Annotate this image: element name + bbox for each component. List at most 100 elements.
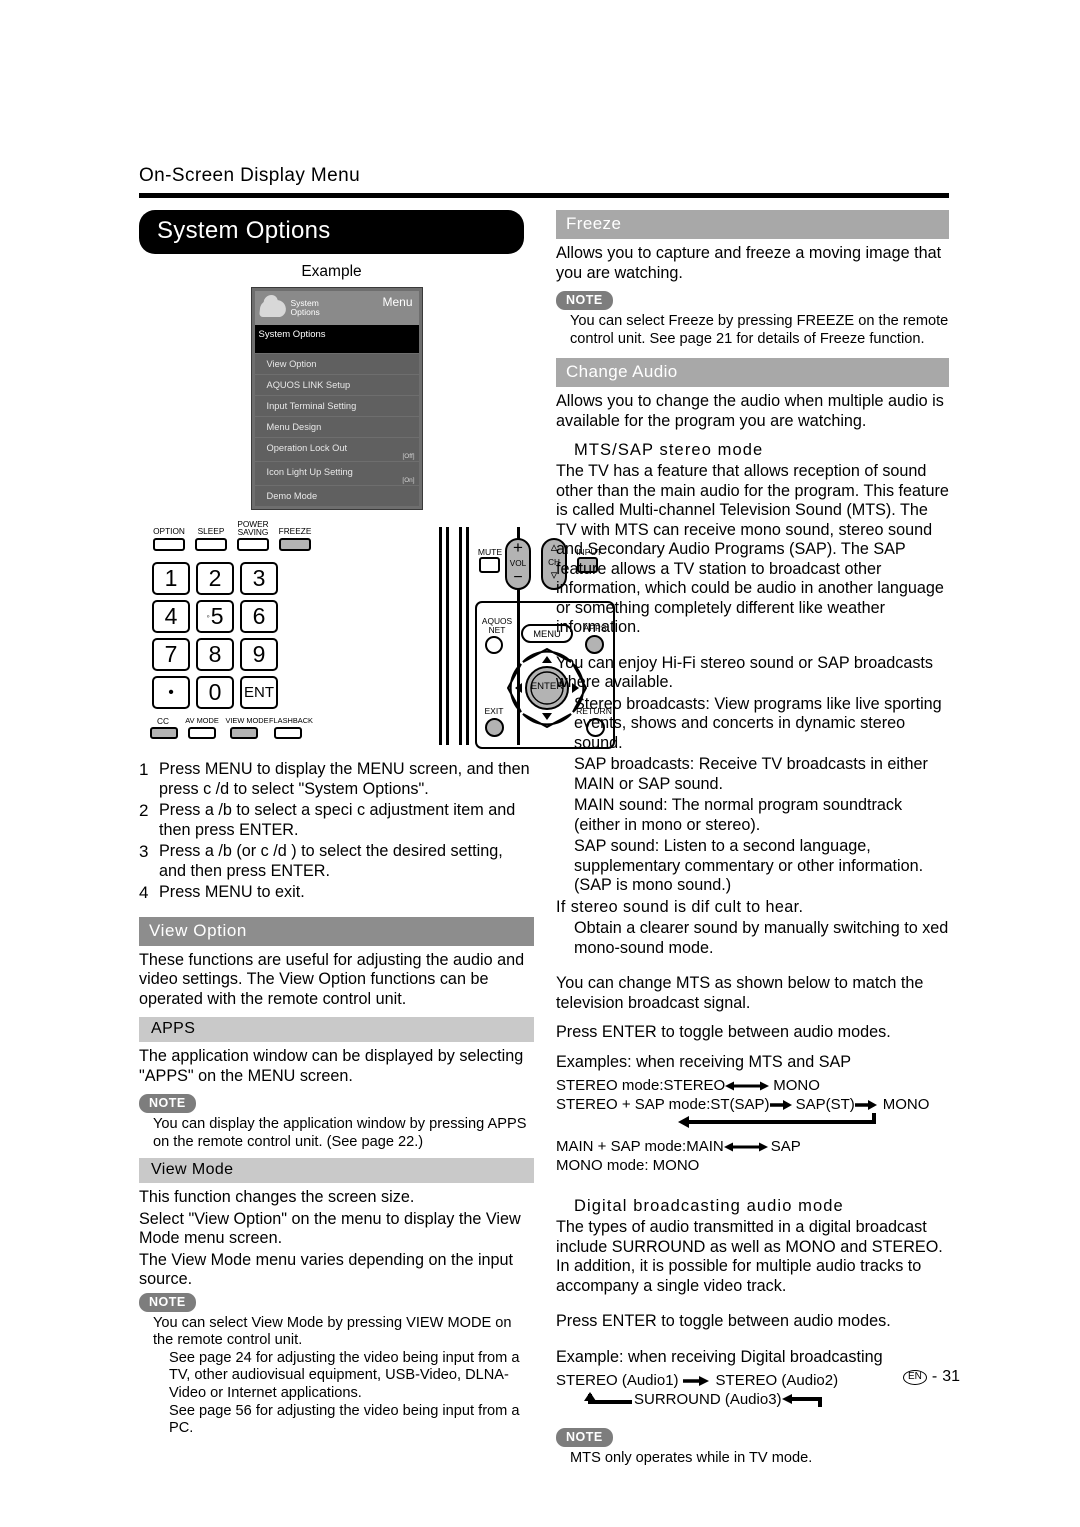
key-8[interactable]: 8 [196,638,234,671]
note-badge: NOTE [139,1292,196,1312]
step-text: Press MENU to exit. [159,883,305,901]
key-5[interactable]: ◦ 5 [196,600,234,633]
osd-row[interactable]: Input Terminal Setting [254,395,419,416]
sleep-button[interactable] [195,538,227,551]
mts-mode-diagram: STEREO mode:STEREO MONO STEREO + SAP mode… [556,1076,949,1175]
remote-edge-rail [466,527,469,745]
digital-c: SURROUND (Audio3) [634,1391,782,1409]
digital-diagram-row-2: SURROUND (Audio3) [556,1390,949,1412]
option-button[interactable] [153,538,185,551]
step-item: 3 Press a /b (or c /d ) to select the de… [139,842,534,881]
osd-icon-label-line2: Options [290,307,320,317]
press-enter-line-analog: Press ENTER to toggle between audio mode… [556,1023,891,1042]
aquos-label-line2: NET [488,625,506,635]
digital-body: The types of audio transmitted in a digi… [556,1218,943,1295]
loopback-arrow-icon [678,1113,876,1129]
examples-caption: Examples: when receiving MTS and SAP [556,1052,852,1071]
view-mode-body-1: This function changes the screen size. [139,1188,415,1207]
step-text: Press a /b (or c /d ) to select the desi… [159,842,503,880]
system-options-icon [258,299,287,317]
cc-button[interactable] [150,727,178,739]
osd-title: System Options [254,325,419,353]
power-saving-button[interactable] [237,538,269,551]
key-ent[interactable]: ENT [240,676,278,709]
osd-icon-label: System Options [290,298,320,318]
osd-row[interactable]: Demo Mode [254,485,419,506]
step-item: 1 Press MENU to display the MENU screen,… [139,760,534,799]
right-column: Freeze Allows you to capture and freeze … [556,210,949,1468]
osd-row[interactable]: Icon Light Up Setting [On] [254,461,419,485]
left-column: System Options Example System Options Me… [139,210,615,1438]
procedure-steps: 1 Press MENU to display the MENU screen,… [139,760,534,903]
mts-sap-label: STEREO + SAP mode: [556,1096,711,1114]
step-item: 4 Press MENU to exit. [139,883,534,903]
key-dot[interactable]: • [152,676,190,709]
view-mode-body-3: The View Mode menu varies depending on t… [139,1250,514,1289]
remote-label-aquos-net: AQUOS NET [479,617,515,635]
double-arrow-icon [723,1142,768,1152]
step-number: 4 [139,883,149,902]
key-3[interactable]: 3 [240,562,278,595]
osd-row[interactable]: Menu Design [254,416,419,437]
press-enter-line-digital: Press ENTER to toggle between audio mode… [556,1312,891,1331]
flashback-button[interactable] [274,727,302,739]
osd-row-label: AQUOS LINK Setup [266,380,351,390]
freeze-body: Allows you to capture and freeze a movin… [556,244,942,282]
remote-label-vol: VOL [509,559,527,568]
remote-edge-rail [459,527,462,745]
change-mts-line: You can change MTS as shown below to mat… [556,974,924,1012]
note-badge: NOTE [556,1428,613,1448]
page-footer: EN - 31 [903,1368,960,1386]
osd-row-label: Icon Light Up Setting [266,467,353,477]
exit-button[interactable] [485,718,504,737]
digital-b: STEREO (Audio2) [715,1372,839,1390]
av-mode-button[interactable] [188,727,216,739]
digital-a: STEREO (Audio1) [556,1372,679,1390]
mts-diagram-row-stereo-sap: STEREO + SAP mode:ST(SAP) SAP(ST) MONO [556,1095,949,1115]
heading-freeze: Freeze [556,210,949,239]
step-item: 2 Press a /b to select a speci c adjustm… [139,801,534,840]
right-arrow-icon [682,1376,709,1387]
mts-sap-a: ST(SAP) [710,1096,770,1114]
key-6[interactable]: 6 [240,600,278,633]
osd-row[interactable]: AQUOS LINK Setup [254,374,419,395]
bullet-stereo-broadcasts: Stereo broadcasts: View programs like li… [574,694,942,752]
header-rule [139,193,949,198]
remote-label-option: OPTION [153,526,185,536]
bullet-sap-sound: SAP sound: Listen to a second language, … [574,837,924,895]
document-page: On-Screen Display Menu System Options Ex… [0,0,1080,1527]
mts-loopback-arrow-container [556,1113,949,1131]
bullet-sap-broadcasts: SAP broadcasts: Receive TV broadcasts in… [574,755,928,793]
key-9[interactable]: 9 [240,638,278,671]
osd-row[interactable]: View Option [254,353,419,374]
key-1[interactable]: 1 [152,562,190,595]
hifi-body: You can enjoy Hi-Fi stereo sound or SAP … [556,653,934,692]
heading-view-mode: View Mode [139,1158,534,1184]
aquos-net-button[interactable] [485,636,503,654]
key-0[interactable]: 0 [196,676,234,709]
key-2[interactable]: 2 [196,562,234,595]
page-header-title: On-Screen Display Menu [139,165,361,186]
digital-diagram-row-1: STEREO (Audio1) STEREO (Audio2) [556,1371,949,1390]
step-number: 1 [139,760,149,779]
bullet-main-sound: MAIN sound: The normal program soundtrac… [574,796,903,834]
mts-sap-c: MONO [882,1096,930,1114]
view-mode-note-1: You can select View Mode by pressing VIE… [153,1314,512,1349]
key-7[interactable]: 7 [152,638,190,671]
mts-main-a: MAIN [686,1138,724,1156]
osd-row[interactable]: Operation Lock Out [Off] [254,437,419,461]
mts-main-b: SAP [770,1138,801,1156]
freeze-button[interactable] [279,538,311,551]
change-audio-body: Allows you to change the audio when mult… [556,392,944,430]
remote-label-flashback: FLASHBACK [269,716,313,725]
apps-body: The application window can be displayed … [139,1047,524,1085]
loopback-left-arrow-icon [584,1392,632,1405]
key-5-label: 5 [210,603,224,629]
mute-button[interactable] [479,557,500,573]
remote-label-power-saving: POWER SAVING [237,519,269,537]
key-4[interactable]: 4 [152,600,190,633]
view-mode-button[interactable] [230,727,258,739]
footer-dash: - [931,1368,938,1385]
view-mode-body-2: Select "View Option" on the menu to disp… [139,1209,521,1248]
remote-edge-rail [439,527,442,745]
